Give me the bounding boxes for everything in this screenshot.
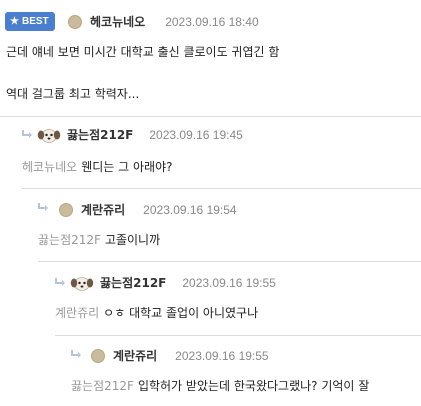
reply-arrow-icon <box>22 130 32 139</box>
reply-arrow-icon <box>55 278 65 287</box>
star-icon: ★ <box>10 15 19 27</box>
post-line-1: 근데 얘네 보면 미시간 대학교 출신 클로이도 귀엽긴 함 <box>6 45 280 59</box>
reply-3-date: 2023.09.16 19:55 <box>182 275 276 290</box>
best-badge-label: BEST <box>21 16 49 27</box>
reply-2-body: 끓는점212F 고졸이니까 <box>38 231 160 248</box>
reply-4-text: 입학허가 받았는데 한국왔다그랬나? 기억이 잘 <box>137 379 370 393</box>
divider <box>0 116 421 117</box>
reply-1-date: 2023.09.16 19:45 <box>149 127 243 142</box>
reply-arrow-icon <box>38 203 48 212</box>
reply-4-author[interactable]: 계란쥬리 <box>113 347 157 364</box>
reply-2-author[interactable]: 계란쥬리 <box>81 201 125 218</box>
reply-2-mention[interactable]: 끓는점212F <box>38 233 101 247</box>
post-date: 2023.09.16 18:40 <box>165 14 259 29</box>
divider <box>55 335 421 336</box>
reply-2-date: 2023.09.16 19:54 <box>143 202 237 217</box>
reply-4-mention[interactable]: 끓는점212F <box>71 379 134 393</box>
divider <box>38 261 421 262</box>
reply-4-body: 끓는점212F 입학허가 받았는데 한국왔다그랬나? 기억이 잘 <box>71 377 369 394</box>
post-line-2: 역대 걸그룹 최고 학력자... <box>6 87 140 101</box>
reply-3-author[interactable]: 끓는점212F <box>100 274 166 291</box>
reply-1-header: 끓는점212F 2023.09.16 19:45 <box>37 126 243 143</box>
reply-4-date: 2023.09.16 19:55 <box>175 348 269 363</box>
reply-1-author[interactable]: 끓는점212F <box>67 126 133 143</box>
reply-1-body: 헤코뉴네오 웬디는 그 아래야? <box>22 158 172 175</box>
reply-2-header: 계란쥬리 2023.09.16 19:54 <box>59 201 237 218</box>
reply-3-mention[interactable]: 계란쥬리 <box>55 306 99 320</box>
reply-4-header: 계란쥬리 2023.09.16 19:55 <box>91 347 269 364</box>
reply-2-text: 고졸이니까 <box>104 233 161 247</box>
reply-1-text: 웬디는 그 아래야? <box>81 160 173 174</box>
round-avatar-icon <box>91 348 105 363</box>
post-author[interactable]: 헤코뉴네오 <box>90 13 145 30</box>
reply-arrow-icon <box>71 350 81 359</box>
comment-thread: ★ BEST 헤코뉴네오 2023.09.16 18:40 근데 얘네 보면 미… <box>0 0 421 406</box>
reply-3-body: 계란쥬리 ㅇㅎ 대학교 졸업이 아니였구나 <box>55 304 258 321</box>
post-header: 헤코뉴네오 2023.09.16 18:40 <box>68 13 259 30</box>
dog-avatar-icon <box>70 276 94 291</box>
reply-3-header: 끓는점212F 2023.09.16 19:55 <box>70 274 276 291</box>
reply-1-mention[interactable]: 헤코뉴네오 <box>22 160 77 174</box>
round-avatar-icon <box>68 14 82 29</box>
dog-avatar-icon <box>37 128 61 143</box>
round-avatar-icon <box>59 202 73 217</box>
reply-3-text: ㅇㅎ 대학교 졸업이 아니였구나 <box>103 306 259 320</box>
divider <box>22 188 421 189</box>
best-badge: ★ BEST <box>5 12 55 31</box>
